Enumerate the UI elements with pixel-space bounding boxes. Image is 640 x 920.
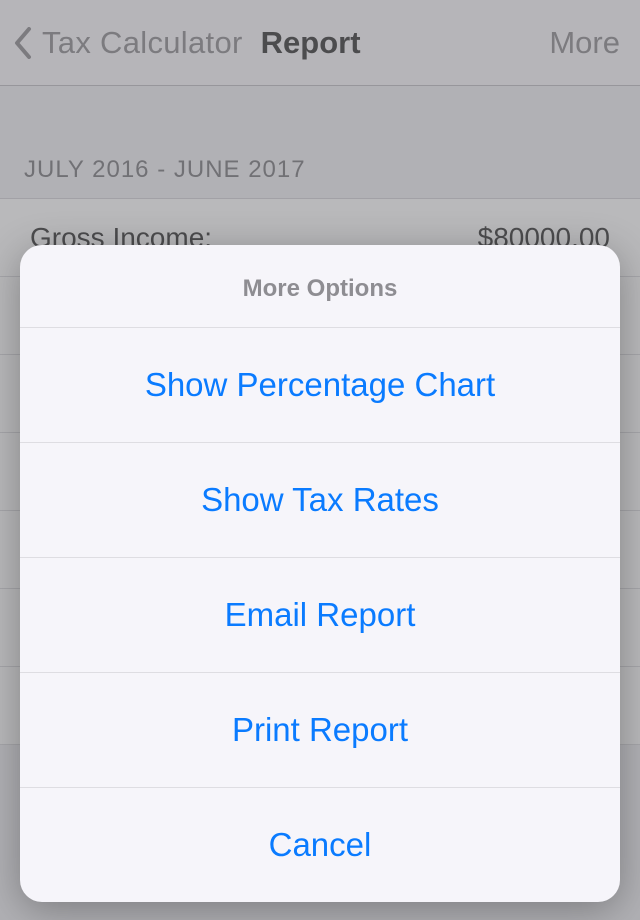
print-report-button[interactable]: Print Report xyxy=(20,673,620,788)
action-sheet: More Options Show Percentage Chart Show … xyxy=(20,245,620,902)
show-tax-rates-button[interactable]: Show Tax Rates xyxy=(20,443,620,558)
cancel-button[interactable]: Cancel xyxy=(20,788,620,902)
email-report-button[interactable]: Email Report xyxy=(20,558,620,673)
screen: Tax Calculator Report More JULY 2016 - J… xyxy=(0,0,640,920)
show-percentage-chart-button[interactable]: Show Percentage Chart xyxy=(20,328,620,443)
action-sheet-title: More Options xyxy=(20,245,620,328)
